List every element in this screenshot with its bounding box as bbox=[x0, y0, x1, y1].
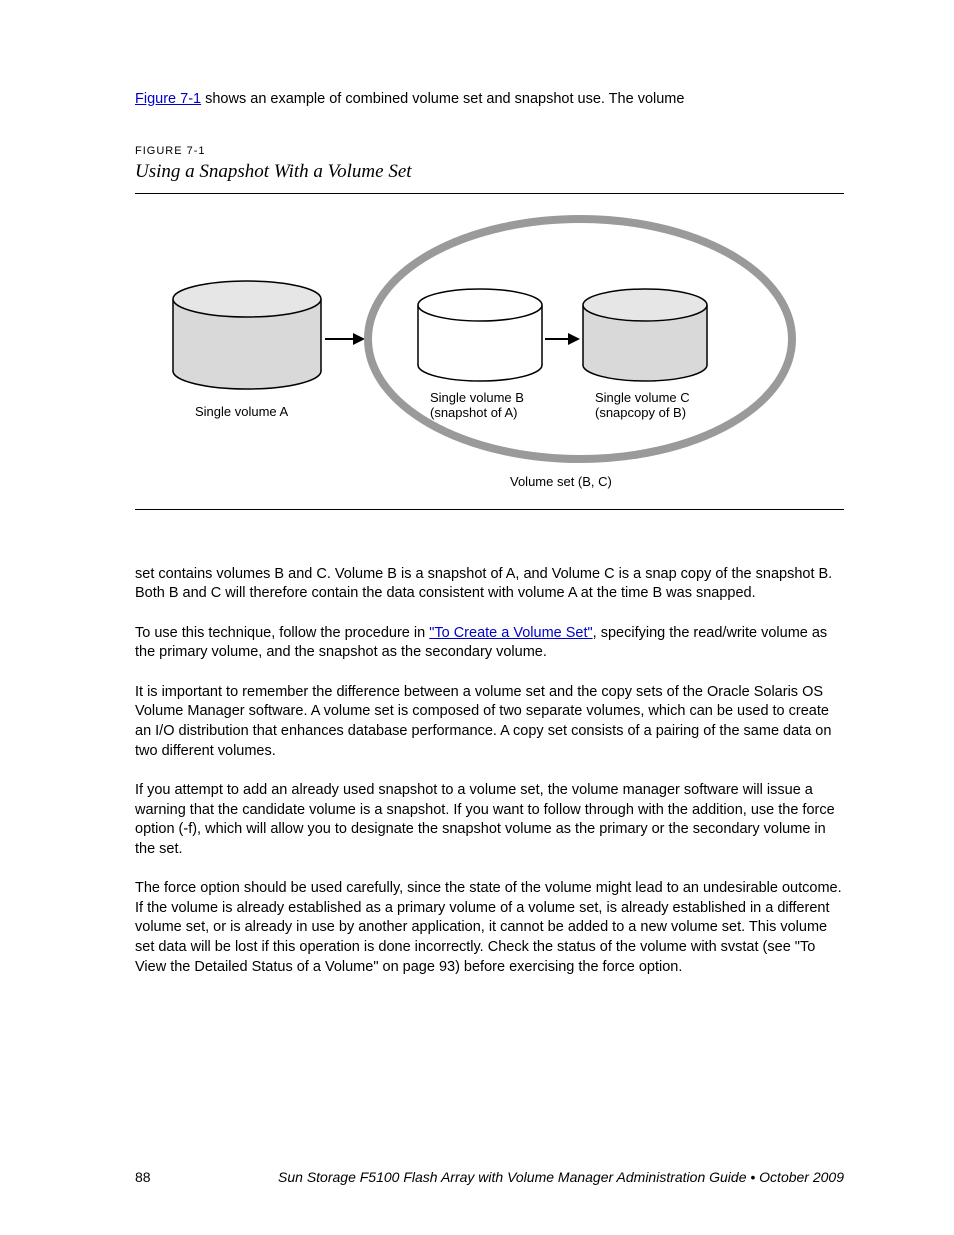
caption-c-line2: (snapcopy of B) bbox=[595, 405, 686, 420]
figure-bottom-rule bbox=[135, 509, 844, 510]
caption-b-line1: Single volume B bbox=[430, 390, 524, 405]
intro-text: shows an example of combined volume set … bbox=[201, 91, 684, 107]
cylinder-a-icon bbox=[170, 279, 325, 394]
p2-link[interactable]: "To Create a Volume Set" bbox=[429, 625, 592, 641]
arrow-a-to-b-icon bbox=[325, 329, 365, 349]
arrow-b-to-c-icon bbox=[545, 329, 580, 349]
paragraph-2: To use this technique, follow the proced… bbox=[135, 624, 844, 663]
caption-b-line2: (snapshot of A) bbox=[430, 405, 517, 420]
paragraph-4: If you attempt to add an already used sn… bbox=[135, 781, 844, 859]
figure-title: Using a Snapshot With a Volume Set bbox=[135, 161, 844, 183]
caption-c-line1: Single volume C bbox=[595, 390, 690, 405]
p2-before: To use this technique, follow the proced… bbox=[135, 625, 429, 641]
figure-diagram: Single volume A Single volume B (snapsho… bbox=[135, 194, 844, 509]
paragraph-5: The force option should be used carefull… bbox=[135, 879, 844, 977]
figure-reference-link[interactable]: Figure 7-1 bbox=[135, 91, 201, 107]
footer-doc-title: Sun Storage F5100 Flash Array with Volum… bbox=[278, 1169, 844, 1185]
cylinder-b-icon bbox=[415, 287, 545, 387]
cylinder-c-icon bbox=[580, 287, 710, 387]
paragraph-3: It is important to remember the differen… bbox=[135, 683, 844, 761]
page-footer: 88 Sun Storage F5100 Flash Array with Vo… bbox=[135, 1169, 844, 1185]
body-text: set contains volumes B and C. Volume B i… bbox=[135, 565, 844, 978]
caption-a: Single volume A bbox=[195, 404, 288, 420]
paragraph-1: set contains volumes B and C. Volume B i… bbox=[135, 565, 844, 604]
intro-paragraph: Figure 7-1 shows an example of combined … bbox=[135, 90, 844, 110]
page-number: 88 bbox=[135, 1169, 151, 1185]
figure-label: FIGURE 7-1 bbox=[135, 145, 844, 157]
caption-set: Volume set (B, C) bbox=[510, 474, 612, 490]
